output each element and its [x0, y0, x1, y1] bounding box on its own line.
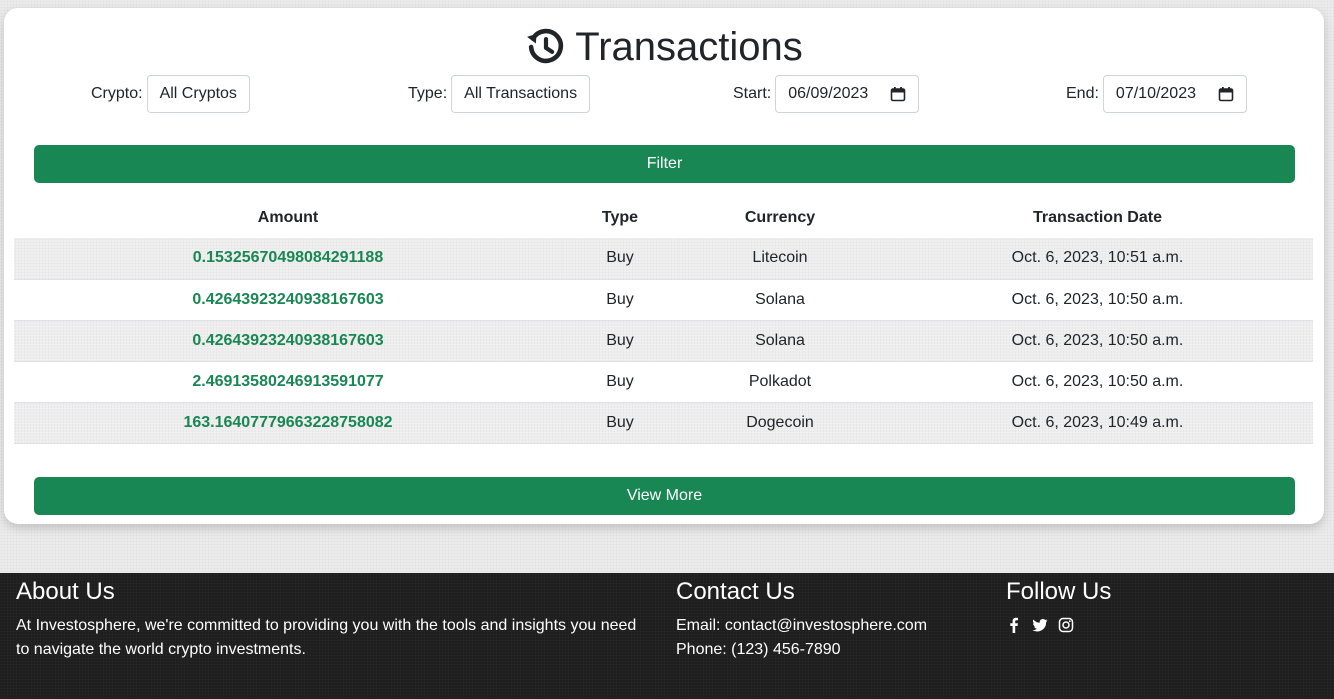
- type-select[interactable]: All Transactions: [451, 75, 591, 113]
- currency-cell: Dogecoin: [678, 402, 882, 444]
- crypto-filter: Crypto: All Cryptos: [91, 75, 250, 113]
- instagram-icon[interactable]: [1058, 617, 1074, 633]
- end-date-value: 07/10/2023: [1115, 85, 1196, 102]
- transactions-card: Transactions Crypto: All Cryptos Type: A…: [4, 8, 1324, 524]
- about-title: About Us: [16, 578, 115, 605]
- history-icon: [527, 28, 564, 64]
- header-currency: Currency: [744, 209, 816, 226]
- end-label: End:: [1066, 85, 1099, 102]
- amount-cell: 0.42643923240938167603: [14, 320, 562, 362]
- header-date: Transaction Date: [1033, 209, 1162, 226]
- start-date-input[interactable]: 06/09/2023: [775, 75, 920, 113]
- date-cell: Oct. 6, 2023, 10:51 a.m.: [882, 238, 1313, 280]
- header-type: Type: [601, 209, 639, 226]
- crypto-label: Crypto:: [91, 85, 143, 102]
- contact-phone: Phone: (123) 456-7890: [676, 641, 841, 658]
- type-label: Type:: [408, 85, 448, 102]
- date-cell: Oct. 6, 2023, 10:49 a.m.: [882, 402, 1313, 444]
- contact-title: Contact Us: [676, 578, 795, 605]
- contact-email[interactable]: Email: contact@investosphere.com: [676, 614, 927, 638]
- filter-button[interactable]: Filter: [34, 145, 1295, 183]
- calendar-icon[interactable]: [1218, 86, 1234, 102]
- amount-cell: 0.15325670498084291188: [14, 238, 562, 280]
- type-filter: Type: All Transactions: [408, 75, 591, 113]
- page-title-text: Transactions: [575, 24, 803, 69]
- date-cell: Oct. 6, 2023, 10:50 a.m.: [882, 279, 1313, 321]
- type-cell: Buy: [562, 402, 678, 444]
- page-title: Transactions: [4, 22, 1324, 72]
- table-header-row: Amount Type Currency Transaction Date: [14, 198, 1313, 238]
- amount-cell: 2.46913580246913591077: [14, 361, 562, 403]
- type-cell: Buy: [562, 279, 678, 321]
- start-date-value: 06/09/2023: [788, 85, 869, 102]
- about-text-line-1: At Investosphere, we're committed to pro…: [16, 617, 637, 634]
- amount-cell: 163.16407779663228758082: [14, 402, 562, 444]
- end-date-input[interactable]: 07/10/2023: [1102, 75, 1247, 113]
- facebook-icon[interactable]: [1006, 617, 1022, 633]
- type-cell: Buy: [562, 238, 678, 280]
- end-filter: End: 07/10/2023: [1066, 75, 1247, 113]
- calendar-icon[interactable]: [890, 86, 906, 102]
- start-label: Start:: [733, 85, 772, 102]
- amount-cell: 0.42643923240938167603: [14, 279, 562, 321]
- currency-cell: Litecoin: [678, 238, 882, 280]
- footer: About Us At Investosphere, we're committ…: [0, 573, 1334, 699]
- table-row: 2.46913580246913591077 Buy Polkadot Oct.…: [14, 361, 1313, 403]
- currency-cell: Solana: [678, 320, 882, 362]
- header-amount: Amount: [257, 209, 319, 226]
- transactions-table: Amount Type Currency Transaction Date 0.…: [14, 198, 1313, 444]
- currency-cell: Solana: [678, 279, 882, 321]
- table-row: 163.16407779663228758082 Buy Dogecoin Oc…: [14, 402, 1313, 444]
- about-text-line-2: to navigate the world crypto investments…: [16, 641, 306, 658]
- date-cell: Oct. 6, 2023, 10:50 a.m.: [882, 320, 1313, 362]
- view-more-button[interactable]: View More: [34, 477, 1295, 515]
- date-cell: Oct. 6, 2023, 10:50 a.m.: [882, 361, 1313, 403]
- start-filter: Start: 06/09/2023: [733, 75, 920, 113]
- table-row: 0.42643923240938167603 Buy Solana Oct. 6…: [14, 279, 1313, 321]
- table-row: 0.42643923240938167603 Buy Solana Oct. 6…: [14, 320, 1313, 362]
- currency-cell: Polkadot: [678, 361, 882, 403]
- type-cell: Buy: [562, 320, 678, 362]
- follow-title: Follow Us: [1006, 578, 1112, 605]
- table-row: 0.15325670498084291188 Buy Litecoin Oct.…: [14, 238, 1313, 280]
- social-links: [1006, 617, 1074, 633]
- twitter-icon[interactable]: [1032, 617, 1048, 633]
- type-cell: Buy: [562, 361, 678, 403]
- crypto-select[interactable]: All Cryptos: [146, 75, 250, 113]
